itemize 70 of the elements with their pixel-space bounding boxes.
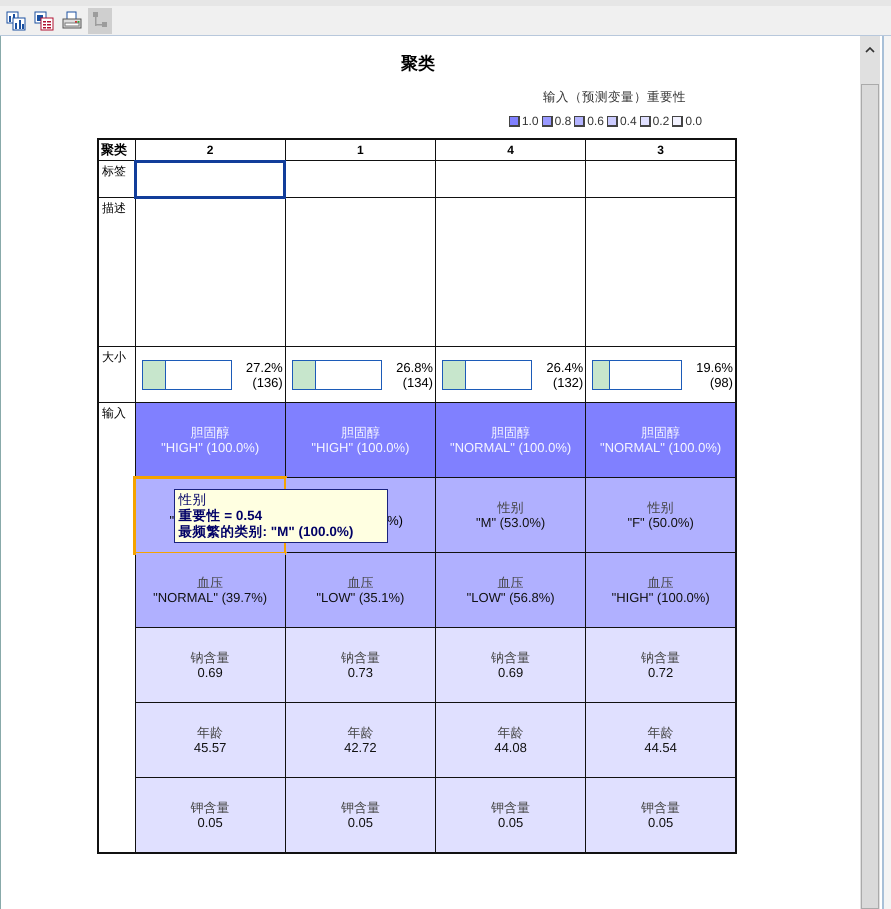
legend-label: 0.2 bbox=[652, 114, 670, 128]
input-value: "HIGH" (100.0%) bbox=[160, 440, 260, 455]
input-value: "LOW" (56.8%) bbox=[466, 590, 556, 605]
input-value: 44.08 bbox=[493, 740, 528, 755]
input-name: 血压 bbox=[496, 575, 525, 590]
tooltip-category: 最频繁的类别: "M" (100.0%) bbox=[178, 524, 354, 540]
input-value: 0.05 bbox=[196, 815, 224, 830]
corner-header: 聚类 bbox=[98, 139, 135, 160]
legend-label: 0.4 bbox=[620, 114, 637, 128]
input-value: 0.73 bbox=[346, 665, 374, 680]
input-value: "HIGH" (100.0%) bbox=[610, 590, 711, 605]
input-name: 钾含量 bbox=[490, 800, 532, 815]
legend-label: 0.8 bbox=[554, 114, 572, 128]
input-value: 45.57 bbox=[192, 740, 228, 755]
input-name: 血压 bbox=[646, 575, 675, 590]
size-percent: 26.8% bbox=[396, 360, 433, 374]
input-name: 钾含量 bbox=[190, 800, 231, 815]
legend-label: 0.6 bbox=[587, 114, 604, 128]
input-name: 钠含量 bbox=[640, 650, 682, 665]
size-percent: 27.2% bbox=[246, 360, 283, 374]
input-name: 钠含量 bbox=[190, 650, 231, 665]
input-name: 胆固醇 bbox=[490, 425, 532, 440]
input-name: 性别 bbox=[646, 500, 675, 515]
input-value: "LOW" (35.1%) bbox=[315, 590, 406, 605]
column-header: 4 bbox=[436, 139, 586, 160]
tooltip-importance: 重要性 = 0.54 bbox=[178, 508, 264, 524]
input-name: 钠含量 bbox=[340, 650, 381, 665]
input-name: 年龄 bbox=[196, 725, 224, 740]
tooltip-title: 性别 bbox=[178, 492, 208, 508]
input-value: 0.72 bbox=[646, 665, 674, 680]
input-value: "NORMAL" (100.0%) bbox=[449, 440, 572, 455]
input-name: 胆固醇 bbox=[190, 425, 231, 440]
size-count: (132) bbox=[552, 374, 584, 390]
input-value: "NORMAL" (100.0%) bbox=[599, 440, 722, 455]
input-name: 年龄 bbox=[346, 725, 374, 740]
size-count: (136) bbox=[252, 374, 283, 390]
row-header: 描述 bbox=[98, 198, 135, 346]
row-header: 大小 bbox=[98, 346, 135, 402]
input-value: "M" (53.0%) bbox=[475, 515, 546, 530]
input-name: 钾含量 bbox=[340, 800, 381, 815]
input-name: 胆固醇 bbox=[640, 425, 682, 440]
input-value: 0.05 bbox=[646, 815, 674, 830]
input-name: 钠含量 bbox=[490, 650, 532, 665]
legend-label: 1.0 bbox=[522, 114, 539, 128]
input-value: 0.69 bbox=[196, 665, 224, 680]
input-value: 0.05 bbox=[496, 815, 524, 830]
input-name: 血压 bbox=[346, 575, 374, 590]
input-name: 年龄 bbox=[496, 725, 525, 740]
input-name: 性别 bbox=[496, 500, 525, 515]
input-value: "F" (50.0%) bbox=[626, 515, 695, 530]
size-count: (98) bbox=[710, 374, 733, 390]
size-percent: 19.6% bbox=[696, 360, 733, 374]
input-value: 42.72 bbox=[343, 740, 378, 755]
input-name: 血压 bbox=[196, 575, 224, 590]
input-name: 年龄 bbox=[646, 725, 675, 740]
input-name: 胆固醇 bbox=[340, 425, 381, 440]
input-value: 0.05 bbox=[346, 815, 374, 830]
input-value: "HIGH" (100.0%) bbox=[310, 440, 410, 455]
legend-label: 0.0 bbox=[685, 114, 702, 128]
input-value: 44.54 bbox=[643, 740, 678, 755]
size-percent: 26.4% bbox=[546, 360, 584, 374]
input-value: "NORMAL" (39.7%) bbox=[152, 590, 268, 605]
input-value: 0.69 bbox=[496, 665, 524, 680]
input-value: %) bbox=[387, 513, 403, 528]
page-title: 聚类 bbox=[400, 53, 436, 75]
size-count: (134) bbox=[402, 374, 433, 390]
input-value: " bbox=[170, 513, 174, 528]
input-name: 钾含量 bbox=[640, 800, 682, 815]
column-header: 1 bbox=[285, 139, 436, 160]
legend-title: 输入（预测变量）重要性 bbox=[543, 89, 686, 106]
